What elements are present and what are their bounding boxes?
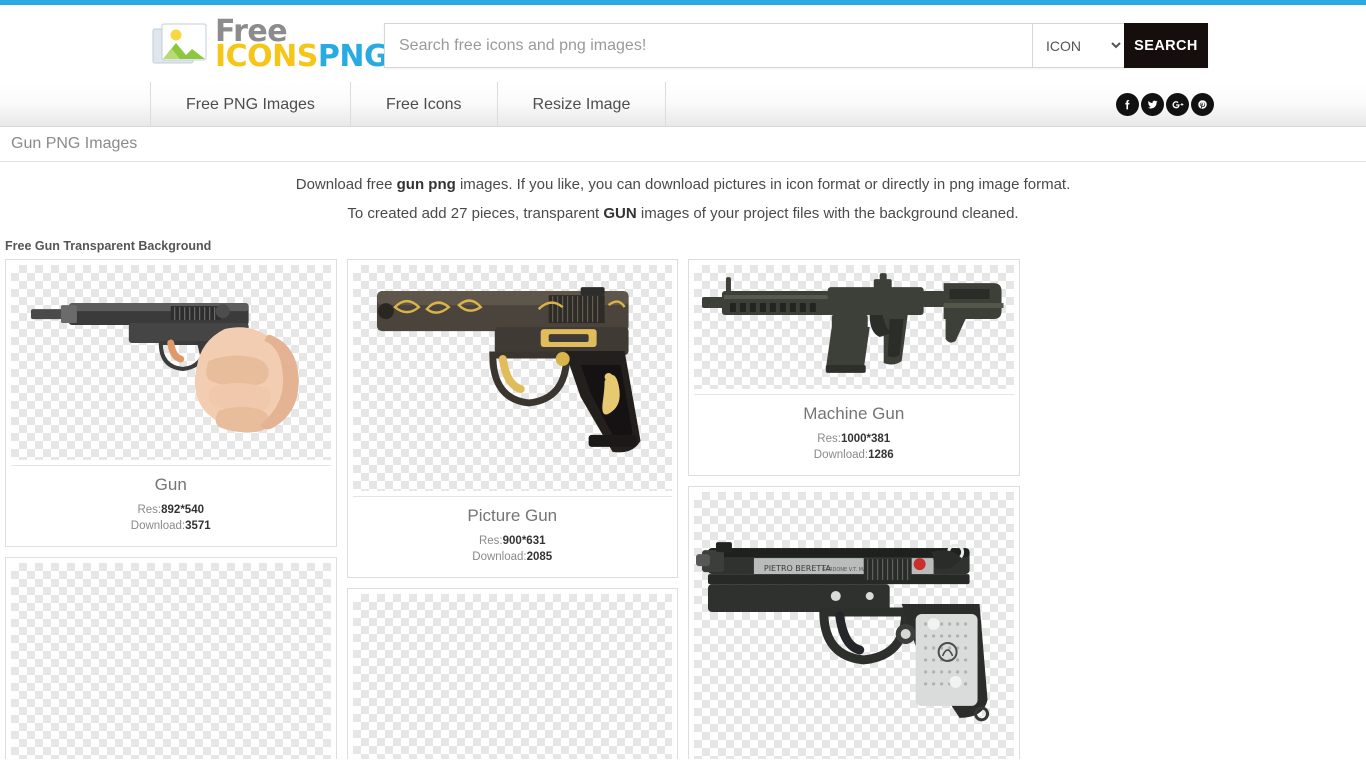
site-header: Free ICONSPNG ICON SEARCH: [0, 5, 1366, 82]
card-caption: Gun Res:892*540 Download:3571: [11, 465, 331, 546]
desc1-pre: Download free: [295, 176, 397, 193]
description-line-1: Download free gun png images. If you lik…: [0, 176, 1366, 193]
logo-wordmark: Free ICONSPNG: [215, 16, 389, 72]
res-label: Res:: [817, 433, 841, 445]
desc1-bold: gun png: [396, 176, 456, 193]
card-resolution: Res:900*631: [357, 534, 669, 550]
gallery-card[interactable]: Gun Res:892*540 Download:3571: [5, 259, 337, 548]
card-title[interactable]: Gun: [15, 475, 327, 495]
thumbnail-empty-placeholder: [352, 594, 672, 759]
download-label: Download:: [130, 519, 186, 532]
res-label: Res:: [137, 504, 162, 516]
photo-image-icon: [152, 21, 208, 68]
page-title-bar: Gun PNG Images: [0, 127, 1366, 162]
desc2-pre: To created add 27 pieces, transparent: [347, 205, 604, 222]
gallery-card[interactable]: [346, 588, 678, 759]
facebook-icon[interactable]: [1116, 93, 1139, 116]
download-value: 2085: [526, 550, 553, 563]
desc2-bold: GUN: [603, 205, 637, 222]
nav-item-list: Free PNG Images Free Icons Resize Image: [150, 82, 667, 127]
gallery-card[interactable]: PIETRO BERETTA GARDONE V.T. MADE IN ITAL…: [688, 486, 1020, 759]
gallery-card[interactable]: [5, 557, 337, 759]
description-line-2: To created add 27 pieces, transparent GU…: [0, 205, 1366, 222]
res-value: 892*540: [161, 504, 204, 516]
beretta-pistol-illustration: PIETRO BERETTA GARDONE V.T. MADE IN ITAL…: [695, 542, 990, 722]
card-resolution: Res:892*540: [15, 503, 327, 519]
search-button[interactable]: SEARCH: [1124, 23, 1208, 68]
twitter-icon[interactable]: [1141, 93, 1164, 116]
hand-holding-pistol-illustration: [30, 303, 299, 433]
main-navigation: Free PNG Images Free Icons Resize Image: [0, 82, 1366, 127]
thumbnail-empty-placeholder: [11, 563, 331, 759]
search-type-select[interactable]: ICON: [1032, 23, 1124, 68]
nav-item-resize-image[interactable]: Resize Image: [496, 82, 667, 127]
thumbnail-beretta-pistol: PIETRO BERETTA GARDONE V.T. MADE IN ITAL…: [694, 492, 1014, 759]
card-resolution: Res:1000*381: [698, 432, 1010, 448]
desc2-post: images of your project files with the ba…: [636, 205, 1019, 222]
page-description: Download free gun png images. If you lik…: [0, 162, 1366, 222]
social-links: [1116, 93, 1214, 116]
desc1-post: images. If you like, you can download pi…: [455, 176, 1071, 193]
masonry-grid: Gun Res:892*540 Download:3571 Picture Gu…: [5, 259, 1361, 759]
download-label: Download:: [472, 550, 527, 563]
logo-word-png: PNG: [317, 39, 389, 75]
res-value: 1000*381: [840, 433, 891, 445]
site-logo[interactable]: Free ICONSPNG: [152, 16, 389, 72]
card-downloads: Download:1286: [698, 448, 1010, 464]
image-gallery: Gun Res:892*540 Download:3571 Picture Gu…: [0, 259, 1366, 759]
thumbnail-hand-holding-pistol: [11, 265, 331, 460]
nav-item-free-png-images[interactable]: Free PNG Images: [150, 82, 350, 127]
thumbnail-assault-rifle: [694, 265, 1014, 389]
thumbnail-engraved-gold-pistol: [352, 265, 672, 491]
card-downloads: Download:2085: [357, 550, 669, 566]
assault-rifle-illustration: [701, 273, 1004, 373]
logo-word-icons: ICONS: [215, 39, 318, 75]
section-heading: Free Gun Transparent Background: [5, 239, 212, 253]
gallery-card[interactable]: Picture Gun Res:900*631 Download:2085: [346, 259, 678, 579]
card-title[interactable]: Picture Gun: [357, 506, 669, 526]
res-value: 900*631: [502, 535, 546, 547]
engraved-gold-pistol-illustration: [376, 287, 641, 453]
card-title[interactable]: Machine Gun: [698, 404, 1010, 424]
download-label: Download:: [813, 448, 869, 461]
pinterest-icon[interactable]: [1191, 93, 1214, 116]
res-label: Res:: [478, 535, 503, 547]
logo-line-iconspng: ICONSPNG: [215, 42, 389, 72]
search-bar: ICON SEARCH: [384, 23, 1208, 68]
gallery-card[interactable]: Machine Gun Res:1000*381 Download:1286: [688, 259, 1020, 477]
page-title: Gun PNG Images: [11, 135, 138, 152]
google-plus-icon[interactable]: [1166, 93, 1189, 116]
download-value: 1286: [868, 448, 894, 461]
search-input[interactable]: [384, 23, 1032, 68]
card-downloads: Download:3571: [15, 519, 327, 535]
nav-item-free-icons[interactable]: Free Icons: [349, 82, 497, 127]
card-caption: Machine Gun Res:1000*381 Download:1286: [694, 394, 1014, 475]
download-value: 3571: [185, 519, 211, 532]
card-caption: Picture Gun Res:900*631 Download:2085: [352, 496, 672, 577]
